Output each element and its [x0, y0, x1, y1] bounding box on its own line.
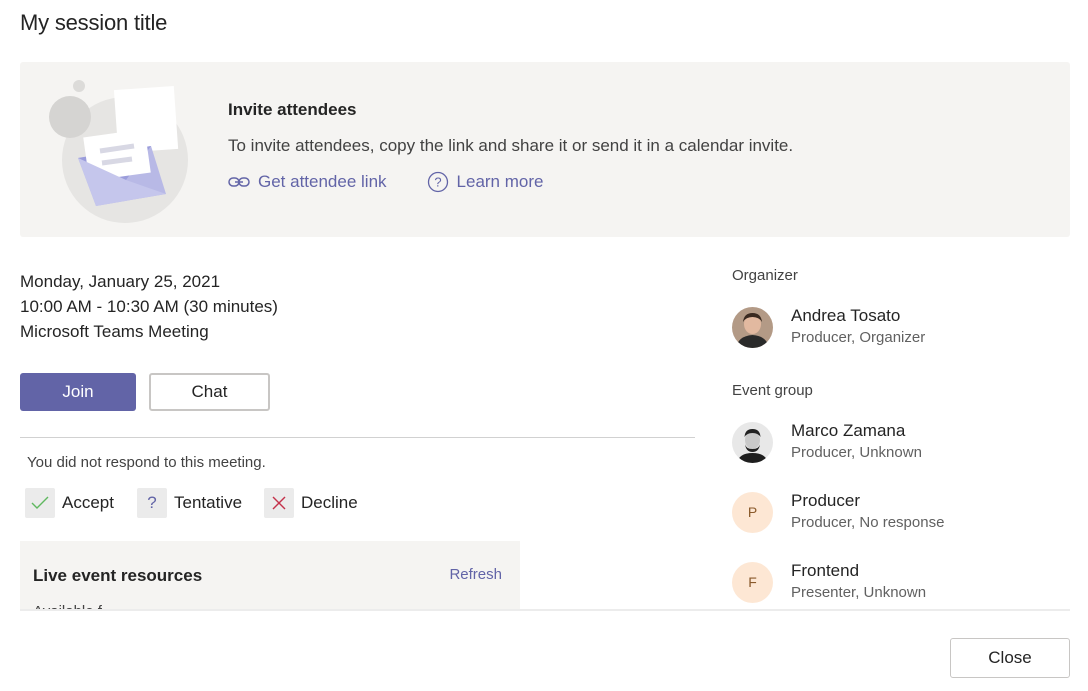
dialog-title: My session title	[20, 10, 168, 35]
accept-label: Accept	[62, 493, 114, 512]
avatar	[732, 306, 773, 348]
resources-title: Live event resources	[33, 566, 203, 585]
person-name: Producer	[791, 491, 860, 510]
help-icon: ?	[427, 171, 448, 193]
person-name: Frontend	[791, 561, 860, 580]
avatar-initial: P	[732, 491, 773, 533]
avatar-initial: F	[732, 561, 773, 603]
person-role: Producer, Organizer	[791, 329, 926, 346]
event-group-member[interactable]: P Producer Producer, No response	[732, 491, 944, 533]
event-group-label: Event group	[732, 382, 813, 399]
chat-button[interactable]: Chat	[149, 373, 270, 411]
avatar	[732, 421, 773, 463]
meeting-date: Monday, January 25, 2021	[20, 272, 221, 291]
get-attendee-link-label: Get attendee link	[258, 172, 387, 191]
link-icon	[228, 177, 250, 187]
divider	[20, 437, 695, 438]
check-icon	[25, 488, 55, 518]
event-group-member[interactable]: F Frontend Presenter, Unknown	[732, 561, 926, 603]
join-button[interactable]: Join	[20, 373, 136, 411]
person-role: Presenter, Unknown	[791, 584, 927, 601]
close-button[interactable]: Close	[950, 638, 1070, 678]
meeting-type: Microsoft Teams Meeting	[20, 322, 209, 341]
person-role: Producer, No response	[791, 514, 945, 531]
close-icon	[264, 488, 294, 518]
invite-description: To invite attendees, copy the link and s…	[228, 136, 794, 155]
tentative-button[interactable]: ? Tentative	[137, 488, 242, 518]
learn-more-link[interactable]: ? Learn more	[427, 171, 544, 193]
organizer-person[interactable]: Andrea Tosato Producer, Organizer	[732, 306, 925, 348]
footer-divider	[20, 609, 1070, 611]
svg-text:?: ?	[434, 175, 441, 190]
person-name: Marco Zamana	[791, 421, 906, 440]
person-role: Producer, Unknown	[791, 444, 922, 461]
meeting-time: 10:00 AM - 10:30 AM (30 minutes)	[20, 297, 278, 316]
accept-button[interactable]: Accept	[25, 488, 114, 518]
refresh-link[interactable]: Refresh	[449, 566, 502, 583]
invite-heading: Invite attendees	[228, 100, 357, 119]
decline-label: Decline	[301, 493, 358, 512]
invite-banner: Invite attendees To invite attendees, co…	[20, 62, 1070, 237]
get-attendee-link[interactable]: Get attendee link	[228, 172, 387, 192]
decline-button[interactable]: Decline	[264, 488, 358, 518]
live-event-resources: Live event resources Refresh Available f…	[20, 541, 520, 611]
learn-more-label: Learn more	[456, 172, 544, 191]
tentative-label: Tentative	[174, 493, 243, 512]
person-name: Andrea Tosato	[791, 306, 901, 325]
response-status: You did not respond to this meeting.	[27, 454, 266, 471]
question-icon: ?	[137, 488, 167, 518]
meeting-details: Monday, January 25, 2021 10:00 AM - 10:3…	[20, 269, 278, 344]
event-group-member[interactable]: Marco Zamana Producer, Unknown	[732, 421, 922, 463]
organizer-label: Organizer	[732, 267, 798, 284]
envelope-illustration	[49, 80, 188, 223]
